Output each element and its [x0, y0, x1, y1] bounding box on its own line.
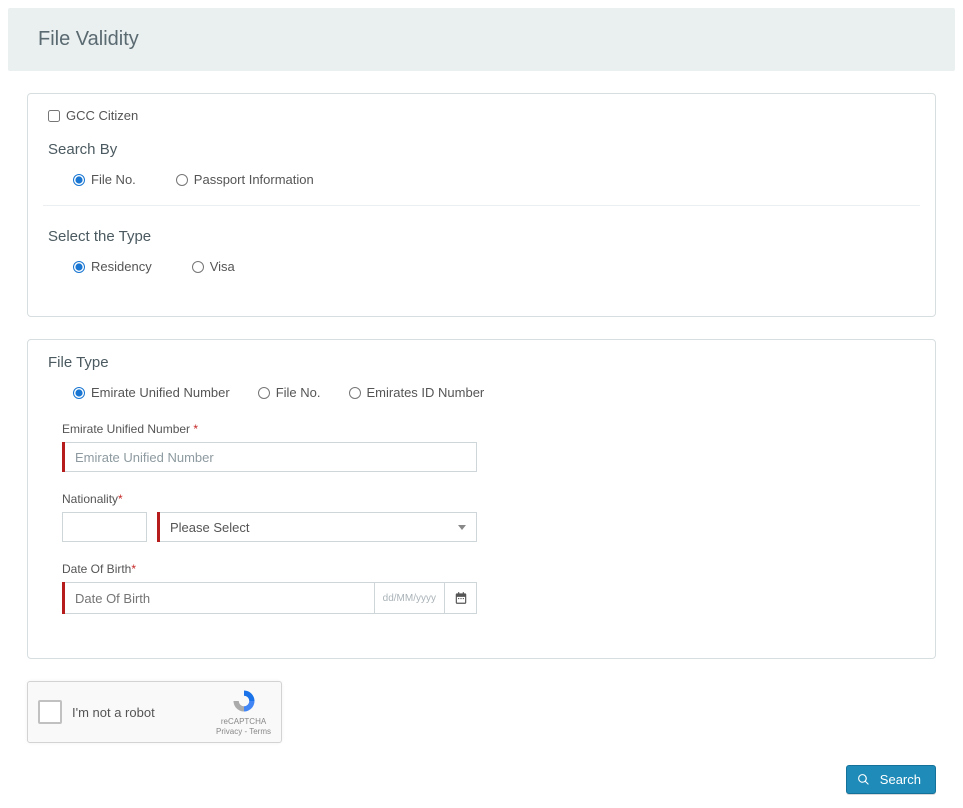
recaptcha-checkbox[interactable] — [38, 700, 62, 724]
select-type-visa-label: Visa — [210, 259, 235, 274]
page-header: File Validity — [8, 8, 955, 71]
search-icon — [857, 773, 870, 786]
search-button[interactable]: Search — [846, 765, 936, 794]
search-by-file-no[interactable]: File No. — [73, 172, 136, 187]
file-type-options: Emirate Unified Number File No. Emirates… — [48, 385, 915, 400]
dob-input[interactable] — [65, 582, 375, 614]
search-by-title: Search By — [48, 141, 915, 158]
footer-actions: Search — [0, 765, 963, 808]
dob-format-hint: dd/MM/yyyy — [375, 582, 445, 614]
required-icon: * — [193, 422, 198, 436]
select-type-residency-radio[interactable] — [73, 261, 85, 273]
gcc-checkbox[interactable] — [48, 110, 60, 122]
eun-field-block: Emirate Unified Number * — [62, 422, 915, 472]
recaptcha-brand: reCAPTCHA — [216, 717, 271, 727]
file-type-title: File Type — [48, 354, 915, 371]
eun-input-wrap — [62, 442, 477, 472]
select-type-residency[interactable]: Residency — [73, 259, 152, 274]
recaptcha-widget: I'm not a robot reCAPTCHA Privacy - Term… — [27, 681, 282, 743]
required-icon: * — [118, 492, 123, 506]
search-by-passport-radio[interactable] — [176, 174, 188, 186]
search-by-file-no-label: File No. — [91, 172, 136, 187]
search-by-passport-label: Passport Information — [194, 172, 314, 187]
file-type-eun-label: Emirate Unified Number — [91, 385, 230, 400]
select-type-residency-label: Residency — [91, 259, 152, 274]
nationality-select-value: Please Select — [170, 520, 250, 535]
file-type-eid-radio[interactable] — [349, 387, 361, 399]
file-type-eun-radio[interactable] — [73, 387, 85, 399]
page-title: File Validity — [38, 28, 925, 51]
eun-label-row: Emirate Unified Number * — [62, 422, 915, 436]
nationality-label-row: Nationality* — [62, 492, 915, 506]
select-type-visa-radio[interactable] — [192, 261, 204, 273]
eun-input[interactable] — [65, 442, 477, 472]
nationality-select[interactable]: Please Select — [160, 512, 477, 542]
file-type-file-no-label: File No. — [276, 385, 321, 400]
search-by-passport[interactable]: Passport Information — [176, 172, 314, 187]
file-type-file-no[interactable]: File No. — [258, 385, 321, 400]
dob-field-block: Date Of Birth* dd/MM/yyyy — [62, 562, 915, 614]
file-type-eun[interactable]: Emirate Unified Number — [73, 385, 230, 400]
select-type-visa[interactable]: Visa — [192, 259, 235, 274]
dob-input-wrap: dd/MM/yyyy — [62, 582, 477, 614]
search-by-file-no-radio[interactable] — [73, 174, 85, 186]
nationality-field-block: Nationality* Please Select — [62, 492, 915, 542]
separator — [43, 205, 920, 206]
criteria-panel: GCC Citizen Search By File No. Passport … — [27, 93, 936, 317]
file-type-eid-label: Emirates ID Number — [367, 385, 485, 400]
recaptcha-logo-icon — [230, 687, 258, 715]
gcc-row: GCC Citizen — [48, 108, 915, 123]
recaptcha-links[interactable]: Privacy - Terms — [216, 727, 271, 737]
required-icon: * — [131, 562, 136, 576]
nationality-label: Nationality — [62, 492, 118, 506]
calendar-icon — [454, 591, 468, 605]
select-type-title: Select the Type — [48, 228, 915, 245]
dob-label-row: Date Of Birth* — [62, 562, 915, 576]
file-type-eid[interactable]: Emirates ID Number — [349, 385, 485, 400]
calendar-button[interactable] — [445, 582, 477, 614]
dob-label: Date Of Birth — [62, 562, 131, 576]
chevron-down-icon — [458, 525, 466, 530]
nationality-code-input[interactable] — [62, 512, 147, 542]
file-type-panel: File Type Emirate Unified Number File No… — [27, 339, 936, 659]
nationality-select-wrap: Please Select — [157, 512, 477, 542]
select-type-options: Residency Visa — [48, 259, 915, 274]
eun-label: Emirate Unified Number — [62, 422, 190, 436]
search-by-options: File No. Passport Information — [48, 172, 915, 187]
recaptcha-brand-block: reCAPTCHA Privacy - Terms — [216, 687, 271, 736]
nationality-row: Please Select — [62, 512, 915, 542]
gcc-label: GCC Citizen — [66, 108, 138, 123]
search-button-label: Search — [880, 772, 921, 787]
file-type-file-no-radio[interactable] — [258, 387, 270, 399]
recaptcha-label: I'm not a robot — [72, 705, 206, 720]
